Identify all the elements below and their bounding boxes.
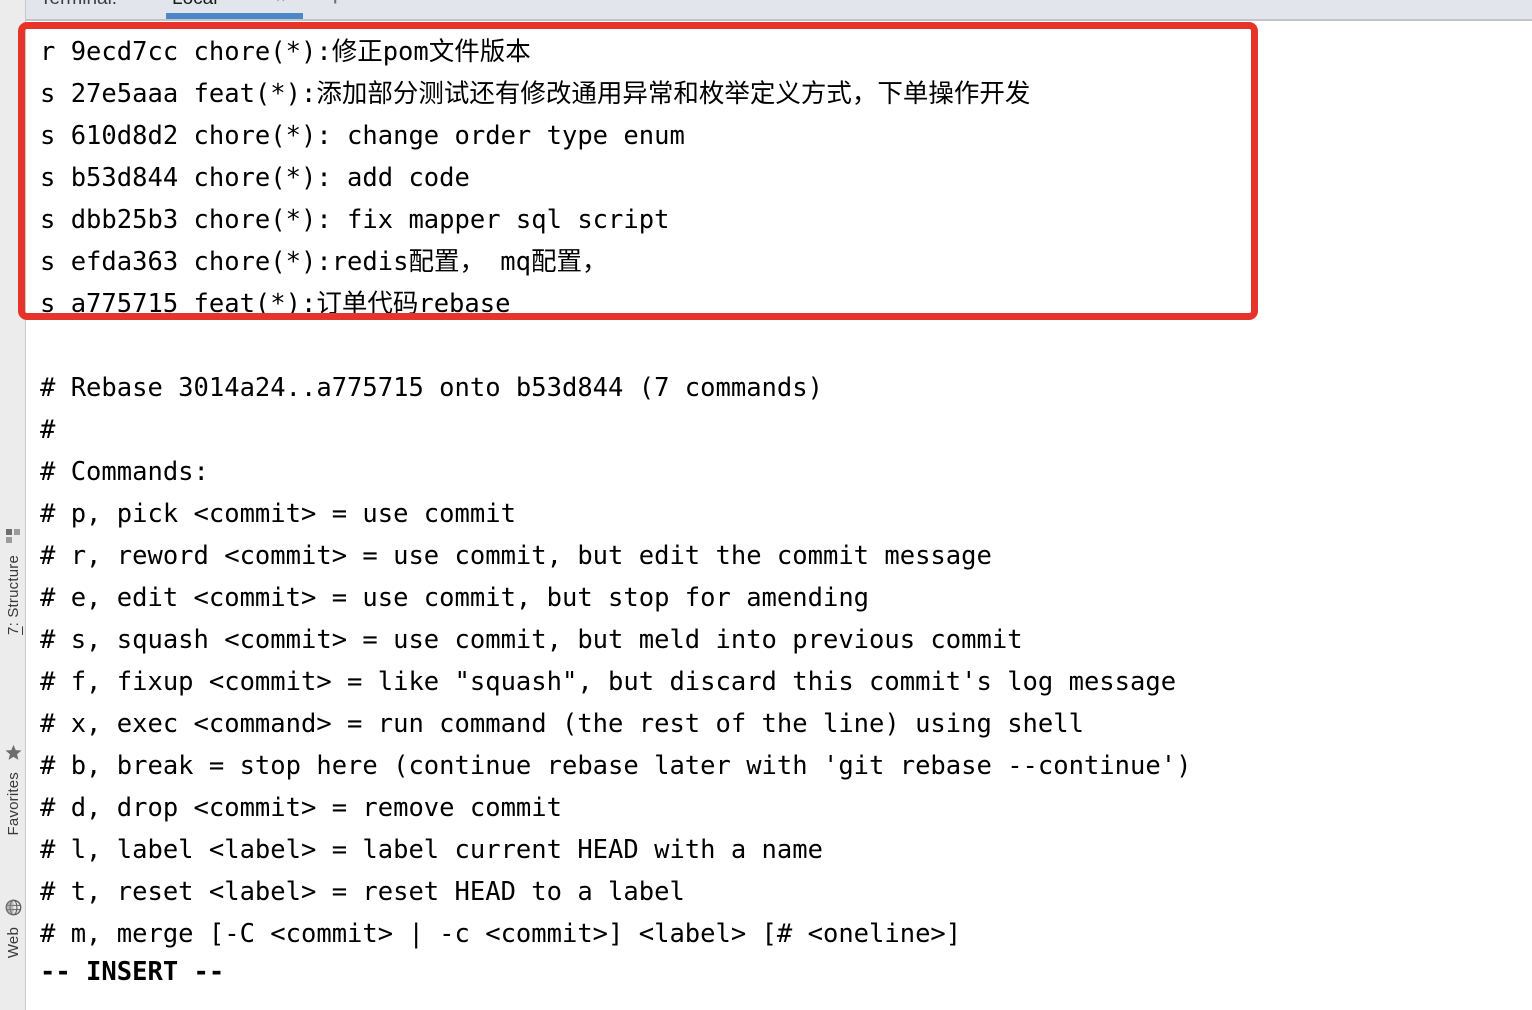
- rebase-todo-line[interactable]: r 9ecd7cc chore(*):修正pom文件版本: [40, 31, 531, 73]
- structure-mnemonic: 7: [4, 626, 22, 635]
- comment-line[interactable]: # b, break = stop here (continue rebase …: [40, 745, 1191, 787]
- comment-line[interactable]: #: [40, 409, 55, 451]
- ide-terminal-window: Terminal: Local × + 7: Structure Favorit…: [0, 0, 1532, 1010]
- add-tab-icon[interactable]: +: [330, 0, 341, 10]
- rebase-todo-line[interactable]: s efda363 chore(*):redis配置， mq配置，: [40, 241, 608, 283]
- sidebar-item-web[interactable]: Web: [0, 899, 26, 958]
- comment-line[interactable]: # Commands:: [40, 451, 209, 493]
- sidebar-item-favorites-label: Favorites: [4, 772, 22, 836]
- active-tab-indicator: [166, 13, 303, 19]
- comment-line[interactable]: # l, label <label> = label current HEAD …: [40, 829, 823, 871]
- comment-line[interactable]: # r, reword <commit> = use commit, but e…: [40, 535, 992, 577]
- globe-icon: [5, 899, 22, 921]
- comment-line[interactable]: # d, drop <commit> = remove commit: [40, 787, 562, 829]
- sidebar-item-favorites[interactable]: Favorites: [0, 744, 26, 836]
- terminal-output[interactable]: r 9ecd7cc chore(*):修正pom文件版本 s 27e5aaa f…: [27, 21, 1532, 1010]
- star-icon: [5, 744, 22, 766]
- sidebar-item-web-label: Web: [4, 927, 22, 959]
- close-icon[interactable]: ×: [276, 0, 285, 8]
- sidebar-item-structure-label: 7: Structure: [4, 555, 22, 635]
- rebase-todo-line[interactable]: s b53d844 chore(*): add code: [40, 157, 470, 199]
- comment-line[interactable]: # f, fixup <commit> = like "squash", but…: [40, 661, 1176, 703]
- tool-window-title: Terminal:: [40, 0, 117, 10]
- tab-bar-left-gutter: [0, 0, 26, 19]
- left-tool-strip: 7: Structure Favorites Web: [0, 19, 26, 1010]
- terminal-tab-bar: Terminal: Local × +: [0, 0, 1532, 21]
- rebase-todo-line[interactable]: s 610d8d2 chore(*): change order type en…: [40, 115, 685, 157]
- comment-line[interactable]: # Rebase 3014a24..a775715 onto b53d844 (…: [40, 367, 823, 409]
- vim-mode-status: -- INSERT --: [40, 957, 225, 987]
- rebase-todo-line[interactable]: s dbb25b3 chore(*): fix mapper sql scrip…: [40, 199, 669, 241]
- comment-line[interactable]: # m, merge [-C <commit> | -c <commit>] <…: [40, 913, 961, 955]
- comment-line[interactable]: # x, exec <command> = run command (the r…: [40, 703, 1084, 745]
- comment-line[interactable]: # s, squash <commit> = use commit, but m…: [40, 619, 1023, 661]
- rebase-todo-line[interactable]: s 27e5aaa feat(*):添加部分测试还有修改通用异常和枚举定义方式，…: [40, 73, 1030, 115]
- comment-line[interactable]: # p, pick <commit> = use commit: [40, 493, 516, 535]
- sidebar-item-structure[interactable]: 7: Structure: [0, 529, 26, 635]
- rebase-todo-line[interactable]: s a775715 feat(*):订单代码rebase: [40, 283, 510, 325]
- tab-local[interactable]: Local: [172, 0, 217, 10]
- structure-icon: [5, 529, 21, 549]
- comment-line[interactable]: # e, edit <commit> = use commit, but sto…: [40, 577, 869, 619]
- comment-line[interactable]: # t, reset <label> = reset HEAD to a lab…: [40, 871, 685, 913]
